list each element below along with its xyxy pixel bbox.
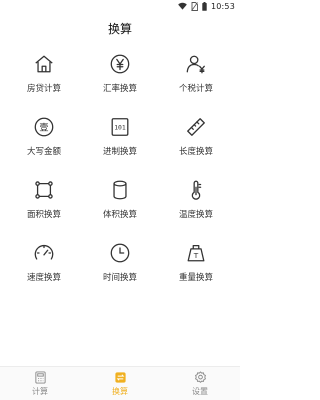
tool-label: 大写金额: [26, 147, 61, 157]
house-icon: [32, 52, 56, 76]
battery-icon: [202, 1, 207, 11]
weight-icon: T: [184, 241, 208, 265]
tool-label: 体积换算: [102, 210, 137, 220]
tool-label: 汇率换算: [102, 84, 137, 94]
page-title: 换算: [107, 22, 132, 36]
speedometer-icon: [32, 241, 56, 265]
tool-label: 温度换算: [178, 210, 213, 220]
tool-income-tax[interactable]: 个税计算: [158, 52, 234, 115]
tool-temperature[interactable]: 温度换算: [158, 178, 234, 241]
status-bar: 10:53: [0, 0, 240, 12]
tool-capital-amount[interactable]: 壹 大写金额: [6, 115, 82, 178]
yen-icon: [108, 52, 132, 76]
cylinder-icon: [108, 178, 132, 202]
gear-icon: [193, 370, 207, 384]
calculator-icon: [33, 370, 47, 384]
tool-time[interactable]: 时间换算: [82, 241, 158, 304]
tool-exchange-rate[interactable]: 汇率换算: [82, 52, 158, 115]
tool-label: 时间换算: [102, 273, 137, 283]
binary-icon: 101: [108, 115, 132, 139]
wifi-icon: [178, 2, 187, 10]
ruler-icon: [184, 115, 208, 139]
tool-label: 速度换算: [26, 273, 61, 283]
tool-base-conversion[interactable]: 101 进制换算: [82, 115, 158, 178]
tool-volume[interactable]: 体积换算: [82, 178, 158, 241]
person-yen-icon: [184, 52, 208, 76]
nav-label: 换算: [112, 387, 128, 396]
area-icon: [32, 178, 56, 202]
tool-label: 面积换算: [26, 210, 61, 220]
tool-weight[interactable]: T 重量换算: [158, 241, 234, 304]
no-sim-icon: [191, 1, 198, 11]
tool-grid: 房贷计算 汇率换算 个税计算 壹 大写金额 101 进制换算 长度换算 面积换算…: [6, 52, 234, 304]
bottom-nav: 计算 换算 设置: [0, 366, 240, 400]
nav-label: 设置: [192, 387, 208, 396]
screen: 10:53 换算 房贷计算 汇率换算 个税计算 壹 大写金额 101 进制换算 …: [0, 0, 240, 400]
tool-speed[interactable]: 速度换算: [6, 241, 82, 304]
tool-length[interactable]: 长度换算: [158, 115, 234, 178]
nav-label: 计算: [32, 387, 48, 396]
tool-label: 进制换算: [102, 147, 137, 157]
tool-area[interactable]: 面积换算: [6, 178, 82, 241]
status-time: 10:53: [210, 1, 235, 11]
binary-glyph: 101: [114, 123, 126, 131]
nav-convert[interactable]: 换算: [80, 367, 160, 400]
tool-label: 重量换算: [178, 273, 213, 283]
chinese-numeral-glyph: 壹: [39, 122, 48, 134]
tool-label: 长度换算: [178, 147, 213, 157]
nav-settings[interactable]: 设置: [160, 367, 240, 400]
thermometer-icon: [184, 178, 208, 202]
nav-calculate[interactable]: 计算: [0, 367, 80, 400]
tool-label: 房贷计算: [26, 84, 61, 94]
clock-icon: [108, 241, 132, 265]
tool-label: 个税计算: [178, 84, 213, 94]
tool-mortgage[interactable]: 房贷计算: [6, 52, 82, 115]
weight-glyph: T: [193, 251, 199, 260]
chinese-numeral-icon: 壹: [32, 115, 56, 139]
convert-icon: [113, 370, 127, 384]
